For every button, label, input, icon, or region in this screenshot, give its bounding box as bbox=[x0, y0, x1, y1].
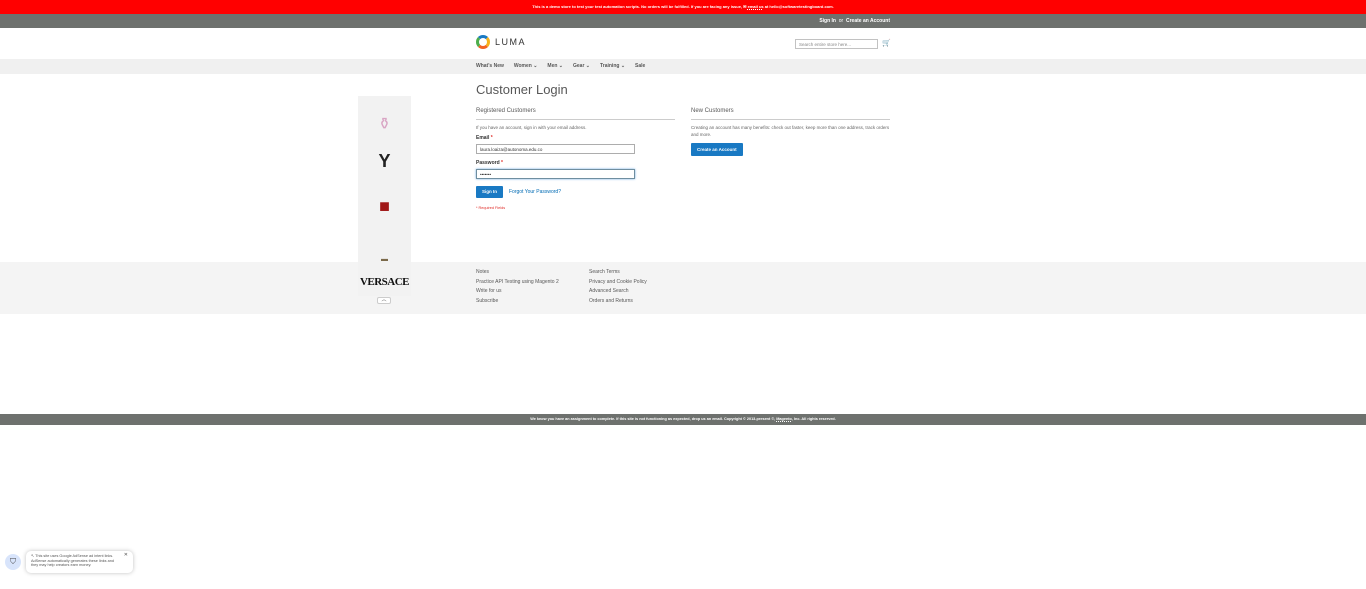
sign-in-button[interactable]: Sign In bbox=[476, 186, 503, 198]
nav-men[interactable]: Men ⌄ bbox=[547, 59, 563, 74]
nav-women[interactable]: Women ⌄ bbox=[514, 59, 538, 74]
footer: Notes Practice API Testing using Magento… bbox=[0, 262, 1366, 314]
copyright-suffix: , Inc. All rights reserved. bbox=[791, 417, 836, 421]
header: LUMA bbox=[0, 28, 1366, 59]
perfume-black-image: Y bbox=[378, 151, 391, 171]
new-customers-text: Creating an account has many benefits: c… bbox=[691, 125, 890, 137]
cart-icon[interactable]: 🛒 bbox=[882, 39, 891, 47]
close-icon[interactable]: ✕ bbox=[124, 553, 128, 558]
copyright-bar: We know you have an assignment to comple… bbox=[0, 414, 1366, 425]
adsense-notice: ↖ This site uses Google AdSense ad inten… bbox=[26, 551, 133, 573]
email-link[interactable]: email us bbox=[748, 4, 764, 9]
logo-text: LUMA bbox=[495, 37, 527, 47]
demo-notice-bar: This is a demo store to test your test a… bbox=[0, 0, 1366, 14]
perfume-pink-image: ⚱ bbox=[377, 116, 392, 133]
new-customers-block: New Customers Creating an account has ma… bbox=[691, 108, 890, 156]
footer-link-search-terms[interactable]: Search Terms bbox=[589, 268, 647, 278]
password-field[interactable]: ••••••• bbox=[476, 169, 635, 179]
footer-link-subscribe[interactable]: Subscribe bbox=[476, 297, 559, 307]
create-account-link[interactable]: Create an Account bbox=[846, 18, 890, 24]
perfume-red-image: ■ bbox=[379, 196, 390, 216]
sign-in-link[interactable]: Sign In bbox=[819, 18, 836, 24]
password-label: Password bbox=[476, 160, 500, 166]
nav-sale[interactable]: Sale bbox=[635, 59, 645, 74]
footer-link-write[interactable]: Write for us bbox=[476, 287, 559, 297]
footer-link-api[interactable]: Practice API Testing using Magento 2 bbox=[476, 278, 559, 288]
forgot-password-link[interactable]: Forgot Your Password? bbox=[509, 189, 561, 195]
footer-link-advanced-search[interactable]: Advanced Search bbox=[589, 287, 647, 297]
notice-text: This is a demo store to test your test a… bbox=[532, 4, 748, 9]
search-input[interactable]: Search entire store here... bbox=[795, 39, 878, 49]
registered-customers-block: Registered Customers If you have an acco… bbox=[476, 108, 675, 210]
required-fields-note: * Required Fields bbox=[476, 206, 506, 210]
login-intro: If you have an account, sign in with you… bbox=[476, 125, 587, 130]
notice-suffix: at hello@softwaretestingboard.com. bbox=[763, 4, 834, 9]
ad-brand: VERSACE bbox=[359, 276, 410, 288]
page-title: Customer Login bbox=[476, 82, 568, 97]
nav-whats-new[interactable]: What's New bbox=[476, 59, 504, 74]
shield-icon[interactable]: ⛉ bbox=[5, 554, 21, 570]
nav-training[interactable]: Training ⌄ bbox=[600, 59, 625, 74]
footer-link-orders[interactable]: Orders and Returns bbox=[589, 297, 647, 307]
footer-link-notes[interactable]: Notes bbox=[476, 268, 559, 278]
main-nav: What's New Women ⌄ Men ⌄ Gear ⌄ Training… bbox=[0, 59, 1366, 74]
side-ad[interactable]: ⚱ Y ■ ▬ VERSACE bbox=[358, 96, 411, 296]
new-customers-heading: New Customers bbox=[691, 108, 890, 120]
shoe-image: ▬ bbox=[381, 256, 388, 263]
nav-gear[interactable]: Gear ⌄ bbox=[573, 59, 590, 74]
registered-heading: Registered Customers bbox=[476, 108, 675, 120]
adsense-text: ↖ This site uses Google AdSense ad inten… bbox=[31, 554, 114, 567]
email-field[interactable]: laura.loaiza@autonoma.edu.co bbox=[476, 144, 635, 154]
email-label: Email bbox=[476, 135, 490, 141]
magento-link[interactable]: Magento bbox=[776, 417, 792, 421]
footer-link-privacy[interactable]: Privacy and Cookie Policy bbox=[589, 278, 647, 288]
logo[interactable]: LUMA bbox=[476, 35, 526, 49]
create-account-button[interactable]: Create an Account bbox=[691, 143, 743, 156]
or-text: or bbox=[838, 18, 844, 24]
copyright-text: We know you have an assignment to comple… bbox=[530, 417, 777, 421]
luma-logo-icon bbox=[476, 35, 490, 49]
collapse-ad-button[interactable]: ︿ bbox=[377, 297, 391, 304]
top-bar: Sign In or Create an Account bbox=[0, 14, 1366, 28]
